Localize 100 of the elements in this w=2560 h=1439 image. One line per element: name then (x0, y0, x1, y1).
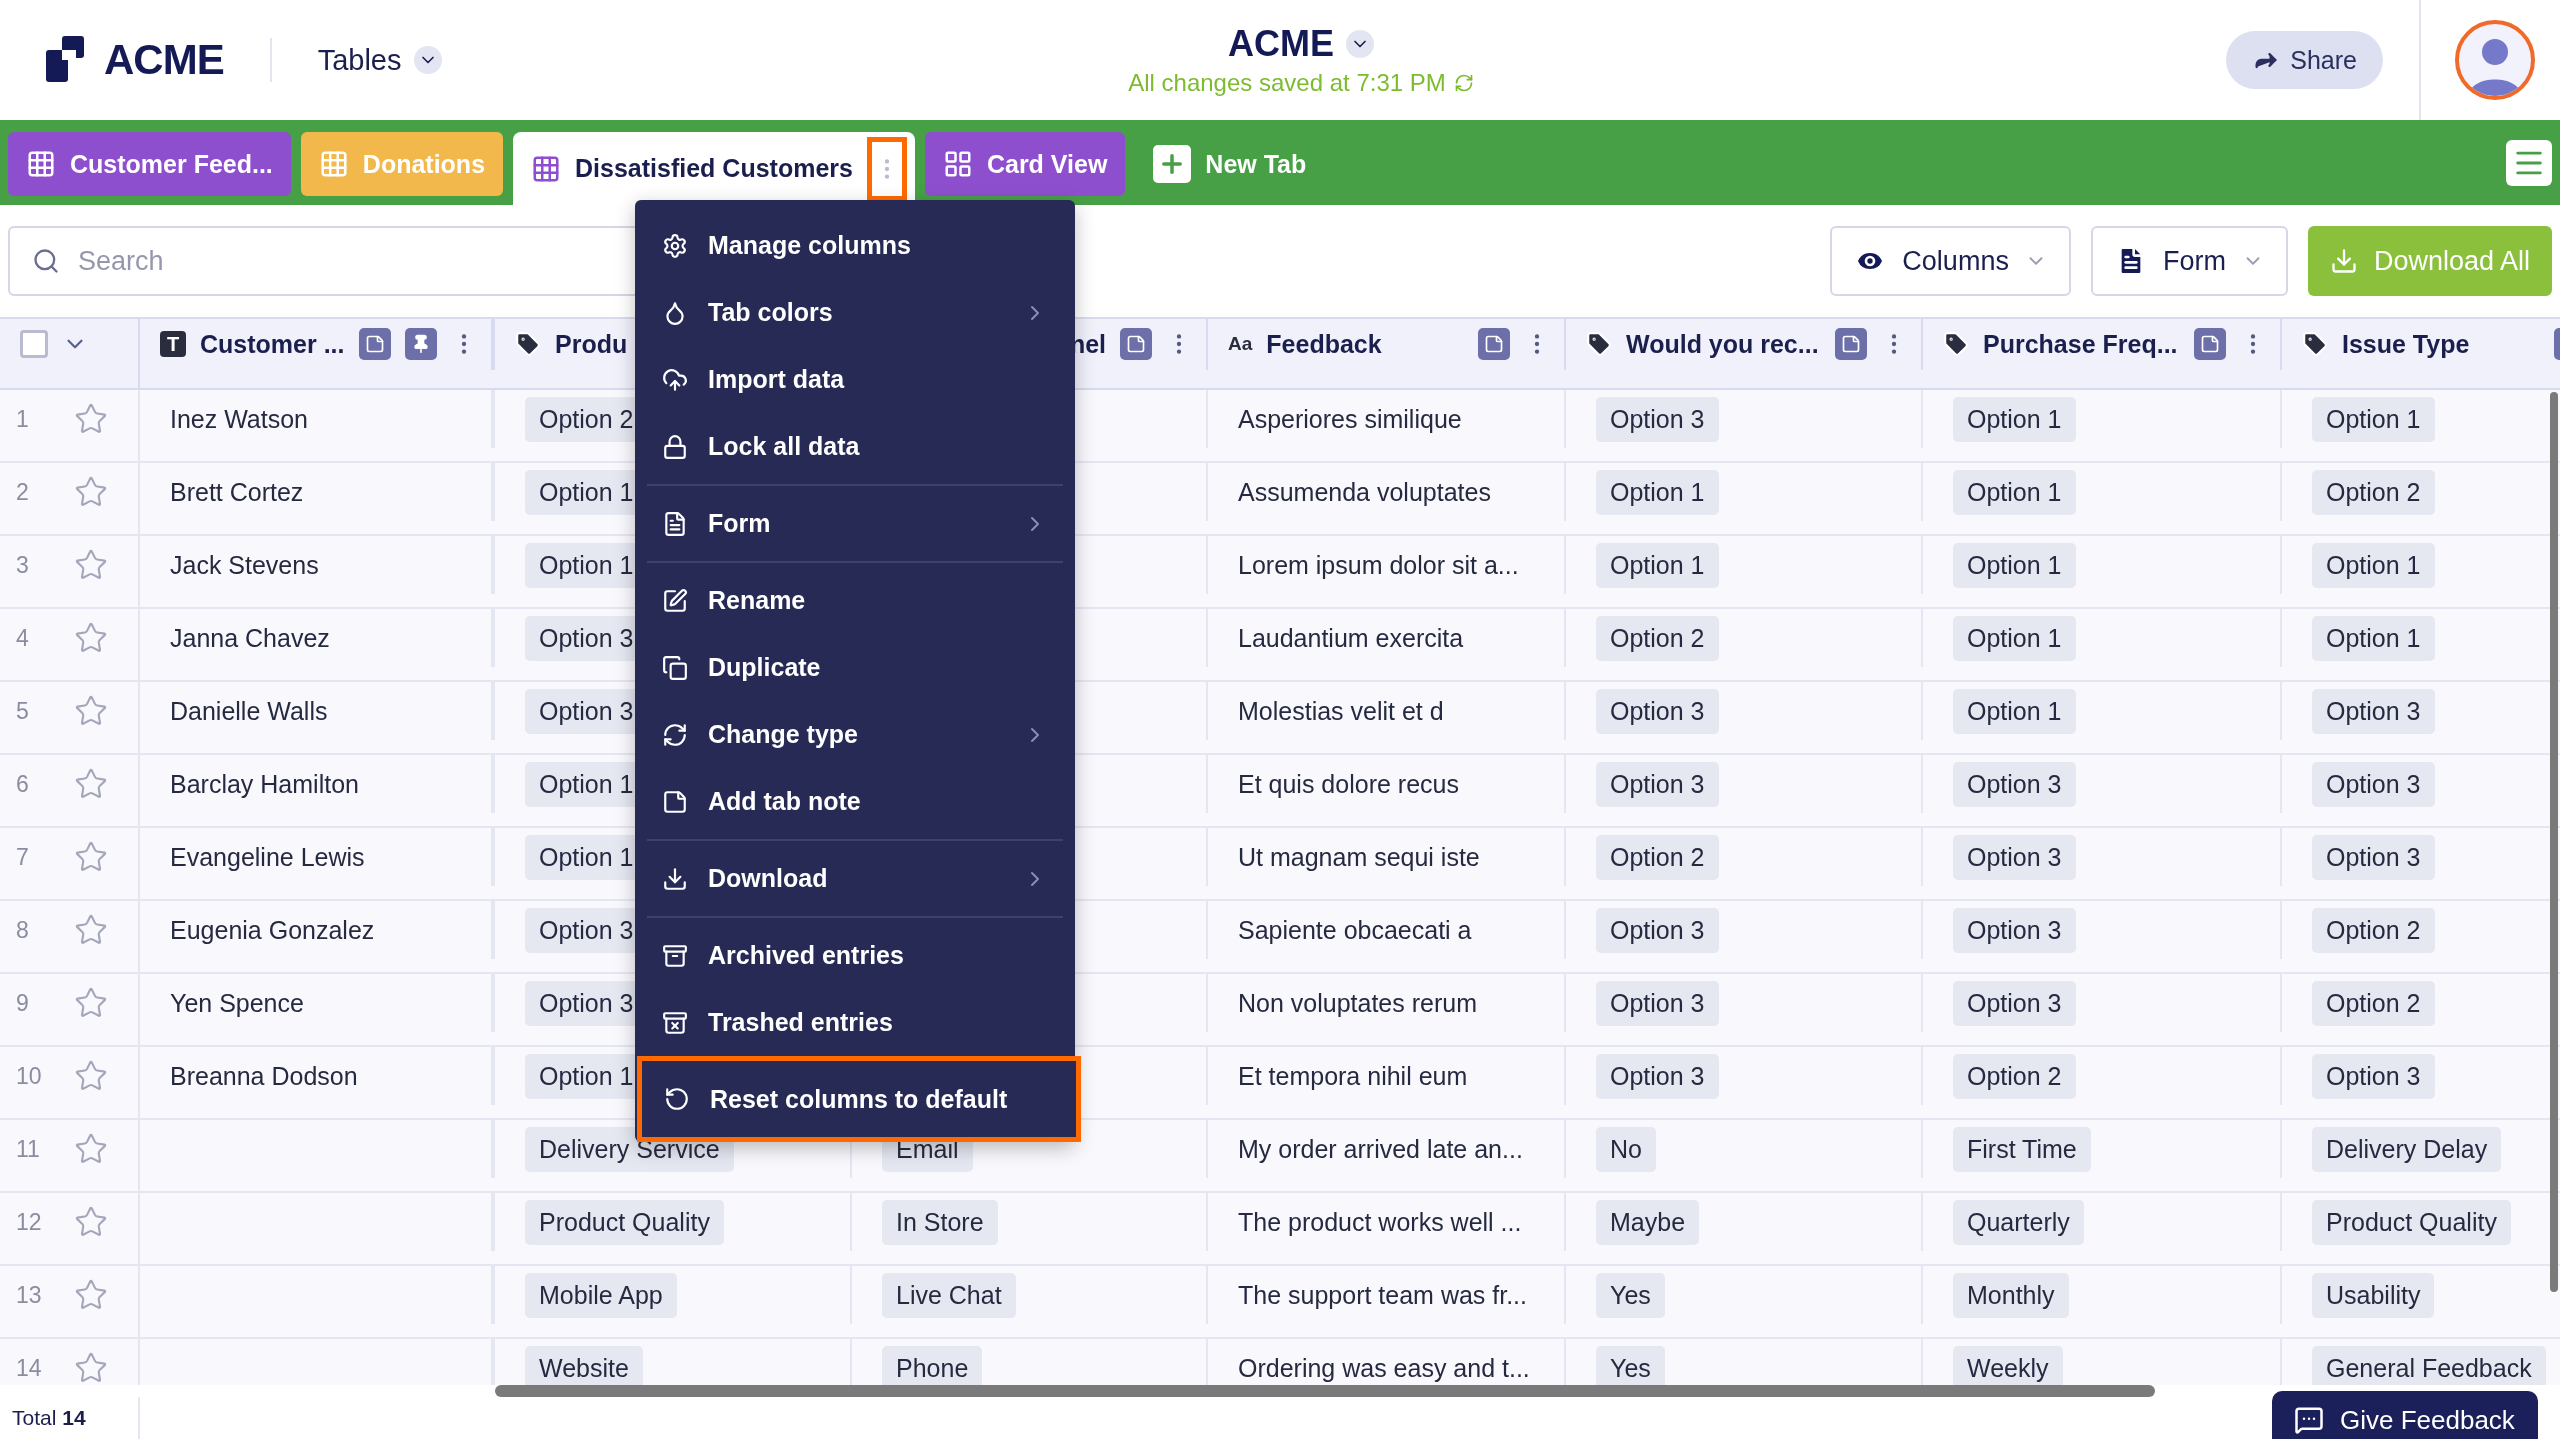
download-icon (662, 865, 688, 892)
menu-icon[interactable] (2506, 140, 2552, 186)
table-cell: Brett Cortez (170, 477, 304, 507)
menu-item[interactable]: Import data (635, 346, 1075, 413)
menu-item[interactable]: Manage columns (635, 212, 1075, 279)
menu-item[interactable]: Lock all data (635, 413, 1075, 480)
star-icon[interactable] (74, 767, 108, 801)
table-cell: Molestias velit et d (1238, 696, 1444, 726)
option-tag: Option 2 (2312, 907, 2435, 953)
option-tag: Website (525, 1345, 643, 1385)
tag-icon (1943, 331, 1969, 358)
menu-item[interactable]: Form (635, 490, 1075, 557)
row-number: 5 (16, 697, 30, 725)
menu-item[interactable]: Duplicate (635, 634, 1075, 701)
star-icon[interactable] (74, 1059, 108, 1093)
option-tag: Option 1 (1953, 615, 2076, 661)
option-tag: Live Chat (882, 1272, 1016, 1318)
table-cell: Ut magnam sequi iste (1238, 842, 1480, 872)
pin-icon[interactable] (405, 328, 437, 361)
table-cell: Assumenda voluptates (1238, 477, 1491, 507)
star-icon[interactable] (74, 1351, 108, 1385)
chat-icon (2294, 1405, 2324, 1435)
menu-item[interactable]: Download (635, 845, 1075, 912)
field-type-icon: Aa (1228, 333, 1253, 356)
option-tag: Option 3 (1596, 761, 1719, 807)
table-cell: Et tempora nihil eum (1238, 1061, 1468, 1091)
option-tag: In Store (882, 1199, 998, 1245)
row-number: 13 (16, 1281, 43, 1309)
star-icon[interactable] (74, 1132, 108, 1166)
menu-item[interactable]: Add tab note (635, 768, 1075, 835)
star-icon[interactable] (74, 913, 108, 947)
star-icon[interactable] (74, 475, 108, 509)
star-icon[interactable] (74, 1205, 108, 1239)
select-all-checkbox[interactable] (20, 330, 48, 359)
row-number: 7 (16, 843, 30, 871)
document-title: ACME (1228, 23, 1334, 65)
option-tag: Option 2 (1596, 615, 1719, 661)
option-tag: Option 3 (2312, 688, 2435, 734)
note-icon[interactable] (1120, 328, 1152, 361)
table-cell: Yen Spence (170, 988, 304, 1018)
table-cell: Danielle Walls (170, 696, 328, 726)
option-tag: Option 3 (1596, 980, 1719, 1026)
column-header[interactable]: Purchase Freq... (1983, 329, 2180, 359)
menu-item[interactable]: Rename (635, 567, 1075, 634)
tag-icon (2302, 331, 2328, 358)
column-header[interactable]: Customer ... (200, 329, 345, 359)
row-number: 11 (16, 1135, 41, 1163)
column-header[interactable]: Would you rec... (1626, 329, 1821, 359)
scrollbar[interactable] (2550, 392, 2558, 1292)
row-number: 4 (16, 624, 30, 652)
menu-item[interactable]: Change type (635, 701, 1075, 768)
star-icon[interactable] (74, 840, 108, 874)
menu-item[interactable]: Reset columns to default (637, 1056, 1081, 1142)
tab[interactable]: Customer Feed... (8, 132, 291, 196)
star-icon[interactable] (74, 548, 108, 582)
menu-item[interactable]: Trashed entries (635, 989, 1075, 1056)
option-tag: Option 1 (1953, 542, 2076, 588)
menu-item[interactable]: Archived entries (635, 922, 1075, 989)
chevron-down-icon[interactable] (1346, 30, 1374, 58)
star-icon[interactable] (74, 621, 108, 655)
option-tag: Delivery Delay (2312, 1126, 2502, 1172)
form-button[interactable]: Form (2090, 226, 2288, 296)
note-icon[interactable] (1835, 328, 1867, 361)
option-tag: Option 2 (2312, 980, 2435, 1026)
tab[interactable]: Card View (924, 132, 1126, 196)
table-cell: Breanna Dodson (170, 1061, 358, 1091)
give-feedback-button[interactable]: Give Feedback (2272, 1391, 2538, 1439)
share-button[interactable]: Share (2226, 31, 2383, 89)
refresh-icon[interactable] (1453, 73, 1474, 93)
table-cell: Evangeline Lewis (170, 842, 365, 872)
option-tag: Monthly (1953, 1272, 2069, 1318)
note-icon[interactable] (1478, 328, 1510, 361)
note-icon[interactable] (359, 328, 391, 361)
star-icon[interactable] (74, 694, 108, 728)
option-tag: Quarterly (1953, 1199, 2084, 1245)
option-tag: Option 3 (1596, 688, 1719, 734)
menu-item[interactable]: Tab colors (635, 279, 1075, 346)
column-header[interactable]: Issue Type (2342, 329, 2540, 359)
column-header[interactable]: Feedback (1266, 329, 1464, 359)
option-tag: Option 2 (2312, 469, 2435, 515)
option-tag: Option 3 (1953, 980, 2076, 1026)
table-cell: Sapiente obcaecati a (1238, 915, 1472, 945)
option-tag: Option 1 (2312, 615, 2435, 661)
star-icon[interactable] (74, 1278, 108, 1312)
note-icon[interactable] (2194, 328, 2226, 361)
option-tag: Option 3 (2312, 834, 2435, 880)
columns-button[interactable]: Columns (1830, 226, 2071, 296)
refresh-icon (662, 721, 688, 748)
option-tag: Option 1 (2312, 542, 2435, 588)
star-icon[interactable] (74, 402, 108, 436)
plus-icon (1153, 145, 1192, 183)
tables-dropdown[interactable]: Tables (317, 43, 442, 77)
scrollbar[interactable] (495, 1385, 2155, 1397)
tab[interactable]: Dissatisfied Customers (513, 132, 915, 205)
option-tag: Option 3 (1596, 396, 1719, 442)
option-tag: Option 3 (1953, 834, 2076, 880)
row-number: 2 (16, 478, 30, 506)
table-cell: Inez Watson (170, 404, 309, 434)
chevron-down-icon (413, 46, 442, 74)
star-icon[interactable] (74, 986, 108, 1020)
